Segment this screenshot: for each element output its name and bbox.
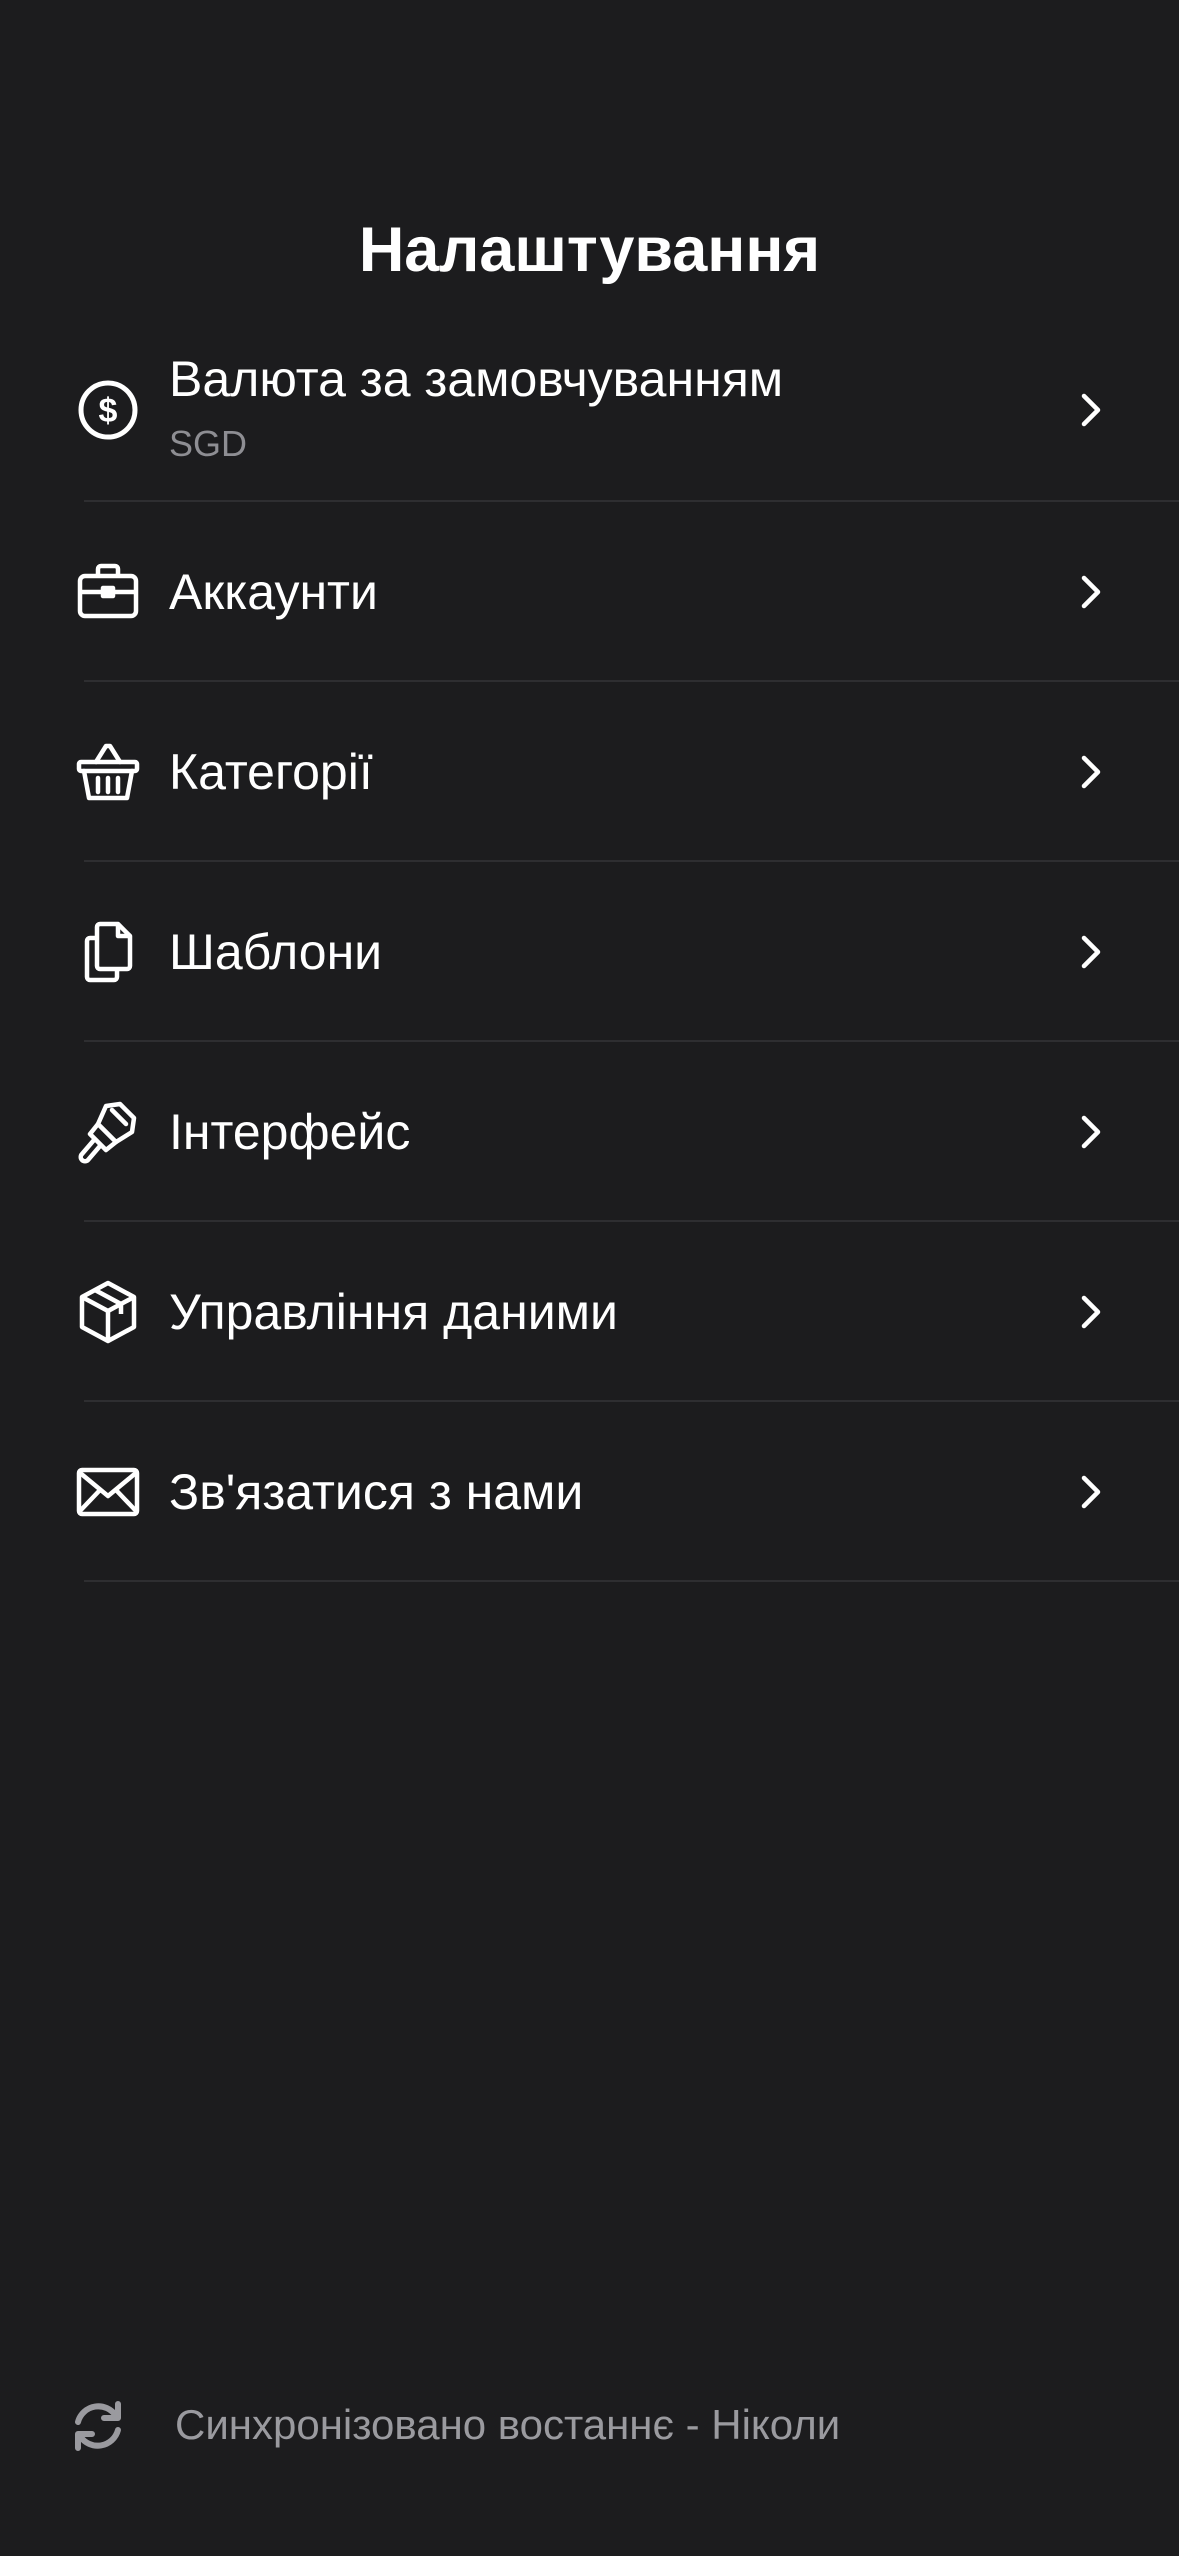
settings-item-contact-us[interactable]: Зв'язатися з нами (0, 1402, 1179, 1582)
chevron-right-icon (1076, 932, 1106, 972)
briefcase-icon (76, 560, 140, 624)
dollar-circle-icon: $ (76, 378, 140, 442)
documents-icon (76, 920, 140, 984)
settings-item-templates[interactable]: Шаблони (0, 862, 1179, 1042)
box-icon (76, 1280, 140, 1344)
settings-item-label: Шаблони (169, 924, 383, 980)
divider (84, 1580, 1179, 1582)
basket-icon (76, 740, 140, 804)
chevron-right-icon (1076, 1112, 1106, 1152)
settings-item-default-currency[interactable]: $ Валюта за замовчуванням SGD (0, 320, 1179, 502)
envelope-icon (76, 1460, 140, 1524)
chevron-right-icon (1076, 572, 1106, 612)
settings-item-data-management[interactable]: Управління даними (0, 1222, 1179, 1402)
sync-status-text: Синхронізовано востаннє - Ніколи (175, 2401, 841, 2448)
chevron-right-icon (1076, 390, 1106, 430)
sync-icon[interactable] (66, 2394, 130, 2458)
chevron-right-icon (1076, 752, 1106, 792)
settings-item-interface[interactable]: Інтерфейс (0, 1042, 1179, 1222)
paintbrush-icon (76, 1100, 140, 1164)
chevron-right-icon (1076, 1472, 1106, 1512)
settings-item-label: Інтерфейс (169, 1104, 411, 1160)
settings-item-label: Валюта за замовчуванням (169, 351, 784, 407)
settings-item-label: Категорії (169, 744, 373, 800)
settings-item-accounts[interactable]: Аккаунти (0, 502, 1179, 682)
settings-item-value: SGD (169, 423, 248, 464)
chevron-right-icon (1076, 1292, 1106, 1332)
sync-status[interactable]: Синхронізовано востаннє - Ніколи (0, 2380, 1179, 2470)
settings-item-categories[interactable]: Категорії (0, 682, 1179, 862)
settings-item-label: Аккаунти (169, 564, 378, 620)
page-title: Налаштування (358, 215, 821, 285)
svg-text:$: $ (99, 392, 118, 430)
settings-item-label: Управління даними (169, 1284, 618, 1340)
settings-item-label: Зв'язатися з нами (169, 1464, 584, 1520)
